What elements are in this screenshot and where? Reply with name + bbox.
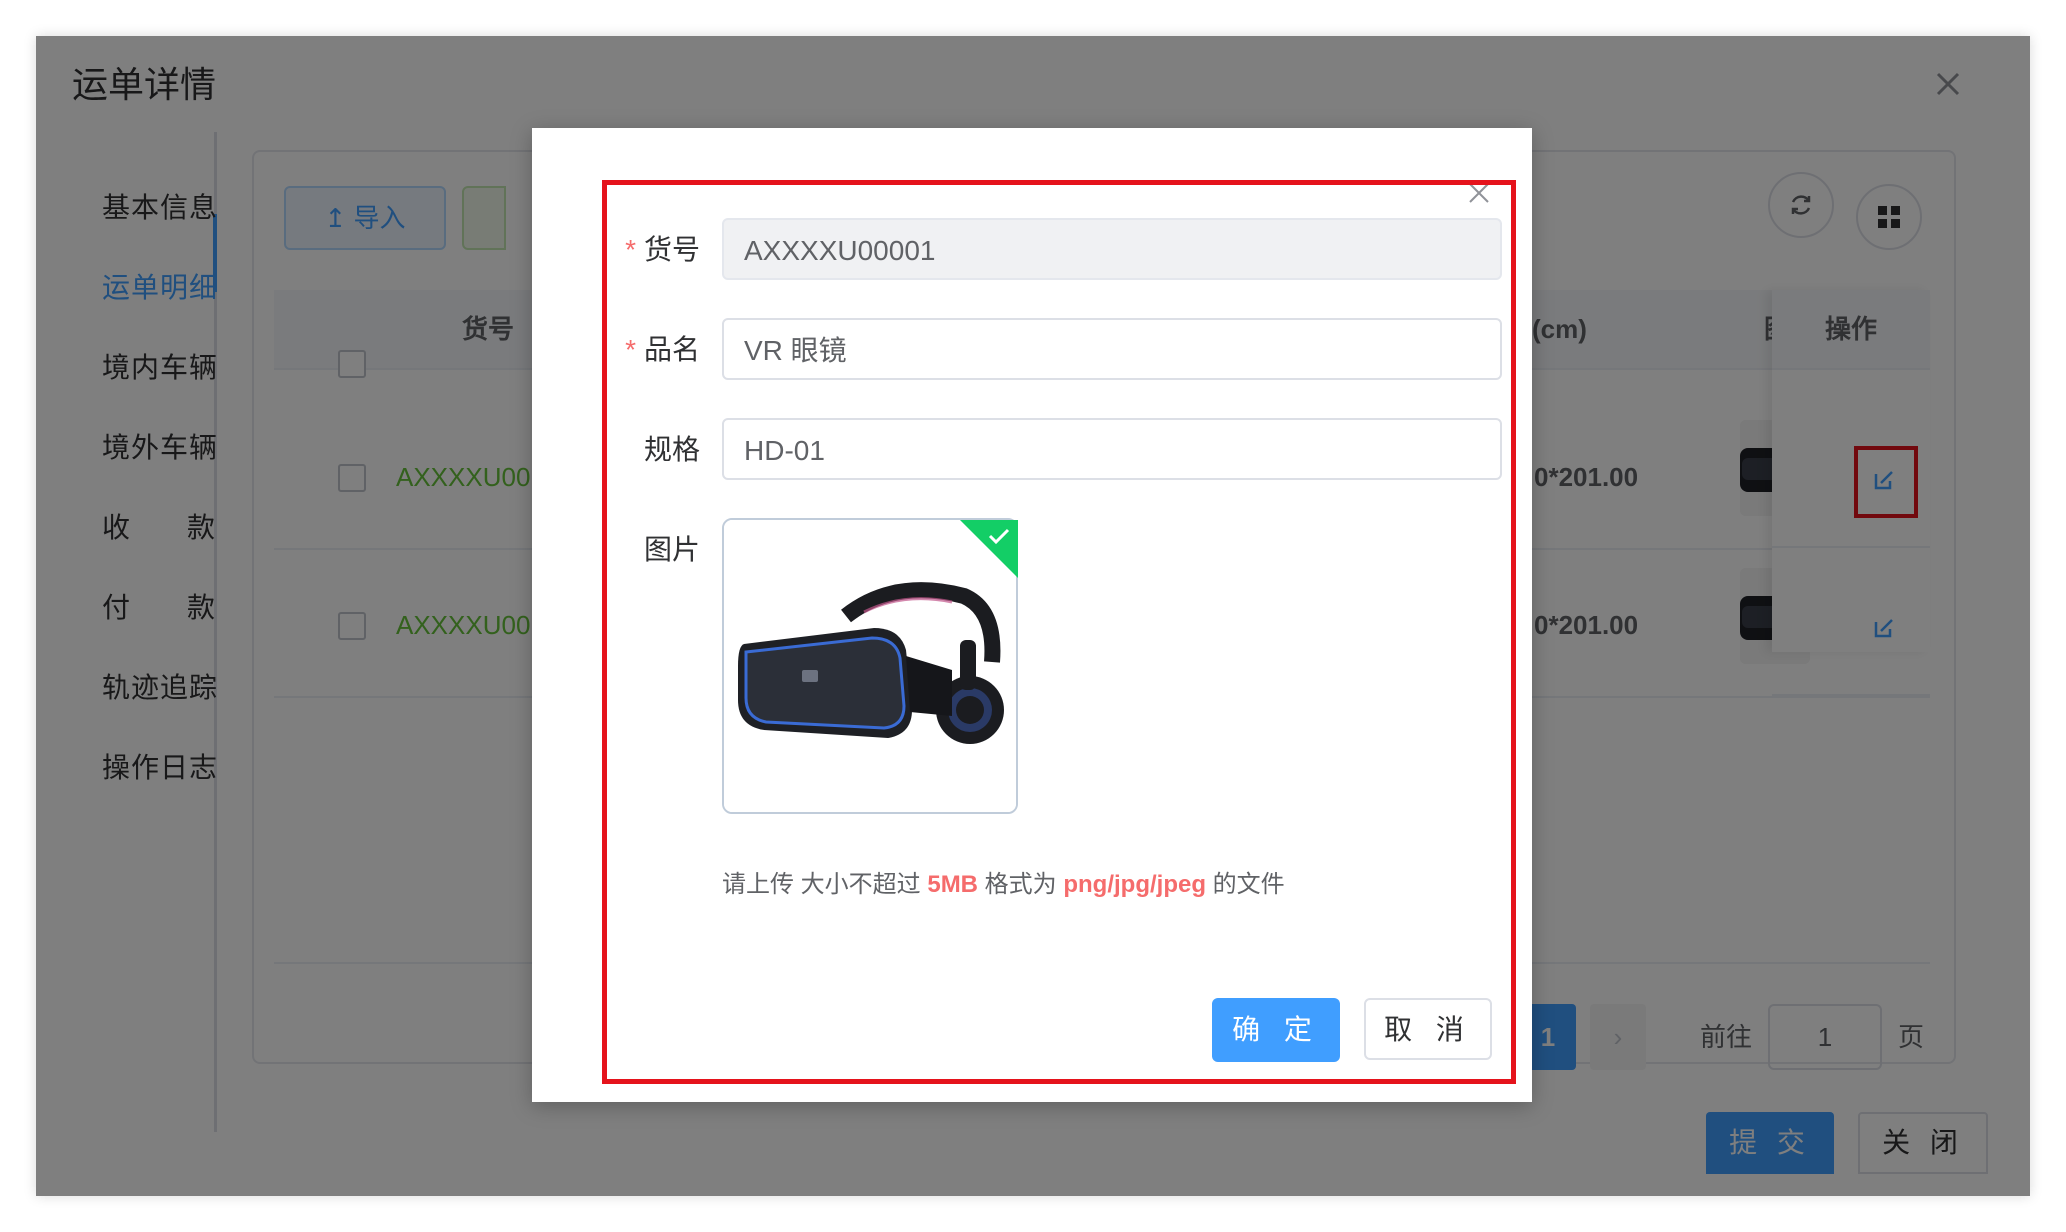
spec-input[interactable]: HD-01 <box>722 418 1502 480</box>
product-name-input[interactable]: VR 眼镜 <box>722 318 1502 380</box>
spec-label: 规格 <box>643 434 700 465</box>
upload-success-badge-icon <box>960 520 1018 578</box>
upload-hint: 请上传 大小不超过 5MB 格式为 png/jpg/jpeg 的文件 <box>722 871 1285 898</box>
goods-no-input[interactable]: AXXXXU00001 <box>722 218 1502 280</box>
product-name-label: * 品名 <box>625 334 700 365</box>
confirm-button[interactable]: 确 定 <box>1212 998 1340 1062</box>
goods-no-label: * 货号 <box>625 234 700 265</box>
image-label: 图片 <box>643 534 700 565</box>
cancel-button[interactable]: 取 消 <box>1364 998 1492 1060</box>
